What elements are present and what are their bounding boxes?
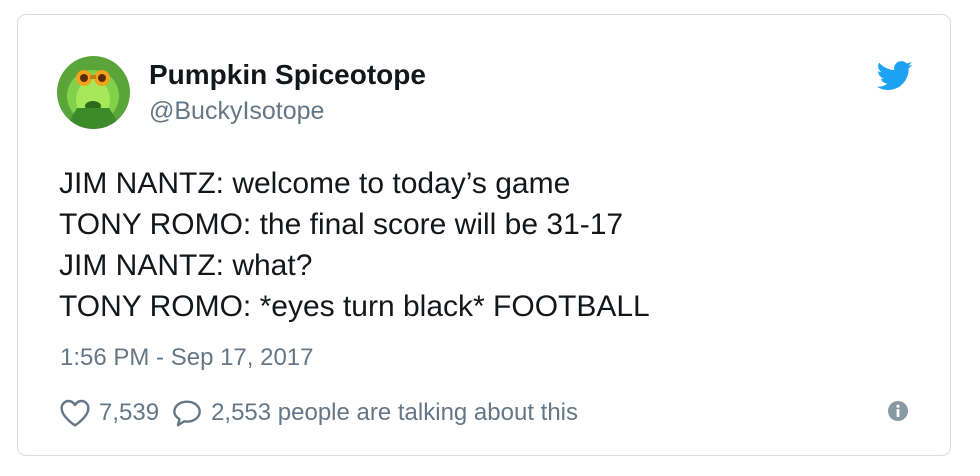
author-handle[interactable]: @BuckyIsotope: [149, 97, 324, 126]
info-icon[interactable]: [887, 400, 909, 422]
conversation-link[interactable]: 2,553 people are talking about this: [171, 398, 578, 428]
tweet-line: JIM NANTZ: welcome to today’s game: [59, 167, 571, 200]
twitter-bird-icon[interactable]: [877, 61, 913, 91]
tweet-timestamp[interactable]: 1:56 PM - Sep 17, 2017: [60, 344, 314, 372]
speech-bubble-icon: [173, 400, 201, 427]
engagement-bar: 7,539 2,553 people are talking about thi…: [59, 396, 578, 430]
avatar-image: [57, 56, 130, 129]
tweet-line: TONY ROMO: *eyes turn black* FOOTBALL: [59, 290, 650, 323]
tweet-text: JIM NANTZ: welcome to today’s game TONY …: [59, 163, 919, 327]
like-count: 7,539: [99, 399, 160, 426]
author-avatar[interactable]: [57, 56, 130, 129]
talking-count: 2,553 people are talking about this: [211, 399, 578, 426]
tweet-line: JIM NANTZ: what?: [59, 249, 313, 282]
tweet-card: Pumpkin Spiceotope @BuckyIsotope JIM NAN…: [17, 14, 951, 456]
like-button[interactable]: 7,539: [59, 398, 159, 428]
heart-icon: [60, 399, 90, 427]
author-display-name[interactable]: Pumpkin Spiceotope: [149, 59, 426, 91]
tweet-line: TONY ROMO: the final score will be 31-17: [59, 208, 624, 241]
